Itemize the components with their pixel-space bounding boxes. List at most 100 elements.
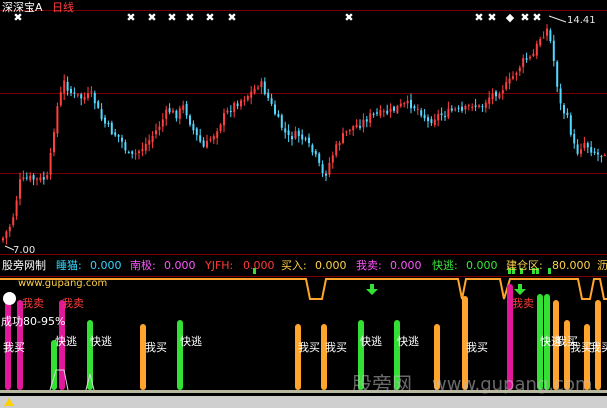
ind-label-3: 买入: bbox=[281, 259, 307, 272]
buy-label-7: 我买 bbox=[570, 341, 592, 354]
signal-star-icon: ✖ bbox=[126, 11, 135, 24]
candle bbox=[161, 113, 164, 132]
candle bbox=[406, 95, 409, 109]
candle bbox=[172, 107, 174, 114]
candle bbox=[345, 130, 348, 137]
price-high-label: 14.41 bbox=[567, 15, 596, 26]
candle bbox=[240, 98, 242, 110]
candle bbox=[311, 143, 314, 156]
candle bbox=[202, 137, 205, 148]
candle bbox=[192, 120, 195, 135]
candle bbox=[603, 153, 606, 157]
candle bbox=[498, 91, 501, 100]
candle bbox=[566, 108, 569, 119]
candle bbox=[63, 74, 66, 100]
candle bbox=[597, 148, 599, 162]
signal-bar bbox=[87, 320, 93, 390]
candle bbox=[138, 149, 140, 160]
sell-label-3: 我卖 bbox=[512, 297, 534, 310]
candle bbox=[97, 99, 100, 109]
candle bbox=[257, 85, 259, 91]
candle bbox=[185, 100, 188, 119]
candle bbox=[573, 129, 576, 149]
candle bbox=[5, 230, 8, 245]
signal-star-icon: ✖ bbox=[227, 11, 236, 24]
candle bbox=[117, 134, 120, 143]
candle bbox=[369, 108, 372, 128]
candle bbox=[297, 127, 300, 143]
candle bbox=[399, 98, 402, 108]
candle bbox=[325, 170, 327, 182]
candle bbox=[46, 171, 49, 181]
candle bbox=[427, 114, 429, 128]
candle bbox=[590, 141, 593, 157]
signal-bar bbox=[140, 324, 146, 390]
signal-star-icon: ✖ bbox=[487, 11, 496, 24]
candle bbox=[219, 123, 222, 134]
candle bbox=[76, 93, 79, 98]
signal-star-icon: ✖ bbox=[205, 11, 214, 24]
signal-bar bbox=[321, 324, 327, 390]
candle bbox=[501, 85, 504, 100]
signal-bar bbox=[177, 320, 183, 390]
candle bbox=[114, 129, 117, 138]
candle bbox=[359, 119, 361, 131]
candle bbox=[331, 151, 334, 169]
candle bbox=[158, 121, 161, 136]
signal-star-icon: ✖ bbox=[185, 11, 194, 24]
candle bbox=[484, 99, 487, 113]
candle bbox=[168, 103, 171, 115]
candle bbox=[148, 134, 151, 152]
candle bbox=[141, 142, 144, 157]
candle bbox=[600, 154, 603, 163]
candle bbox=[291, 131, 293, 146]
candle bbox=[508, 72, 511, 90]
candle bbox=[165, 105, 168, 126]
candle bbox=[2, 236, 4, 243]
candle bbox=[430, 116, 433, 126]
candle bbox=[457, 105, 460, 113]
buy-label-1: 我买 bbox=[3, 341, 25, 354]
signal-star-icon: ✖ bbox=[147, 11, 156, 24]
indicator-name[interactable]: 股旁网制 bbox=[2, 260, 46, 271]
candle bbox=[437, 109, 440, 127]
candle bbox=[83, 92, 86, 104]
candle bbox=[539, 36, 542, 48]
candle bbox=[267, 88, 270, 101]
candle bbox=[304, 136, 307, 142]
candle bbox=[243, 96, 246, 106]
candle bbox=[505, 76, 508, 91]
candle bbox=[233, 101, 236, 118]
escape-label-3: 快逃 bbox=[180, 335, 202, 348]
candle bbox=[522, 54, 525, 74]
success-rate-label: 成功80-95% bbox=[1, 315, 66, 328]
candle bbox=[32, 173, 35, 186]
candle bbox=[433, 113, 436, 128]
candle bbox=[107, 120, 110, 127]
candle bbox=[15, 196, 18, 220]
ind-value-6: 80.000 bbox=[552, 259, 591, 272]
candle bbox=[121, 134, 123, 149]
candle bbox=[229, 105, 232, 118]
candle bbox=[155, 123, 157, 139]
candle bbox=[87, 86, 89, 101]
stock-name: 深深宝A bbox=[2, 1, 43, 14]
candle bbox=[583, 136, 586, 151]
signal-star-icon: ✖ bbox=[532, 11, 541, 24]
candle bbox=[556, 60, 559, 93]
bottom-scrollbar[interactable] bbox=[0, 396, 607, 408]
candle bbox=[464, 104, 467, 114]
candle bbox=[512, 71, 514, 81]
candle bbox=[396, 104, 399, 114]
signal-star-icon: ✖ bbox=[474, 11, 483, 24]
candle bbox=[586, 141, 589, 154]
buy-label-8: 我买 bbox=[590, 341, 607, 354]
candle bbox=[478, 104, 480, 109]
candle bbox=[321, 160, 324, 178]
candle bbox=[308, 133, 310, 148]
sell-label-1: 我卖 bbox=[22, 297, 44, 310]
escape-label-4: 快逃 bbox=[360, 335, 382, 348]
candle bbox=[413, 104, 416, 112]
candle bbox=[250, 86, 253, 105]
candle bbox=[274, 100, 276, 116]
